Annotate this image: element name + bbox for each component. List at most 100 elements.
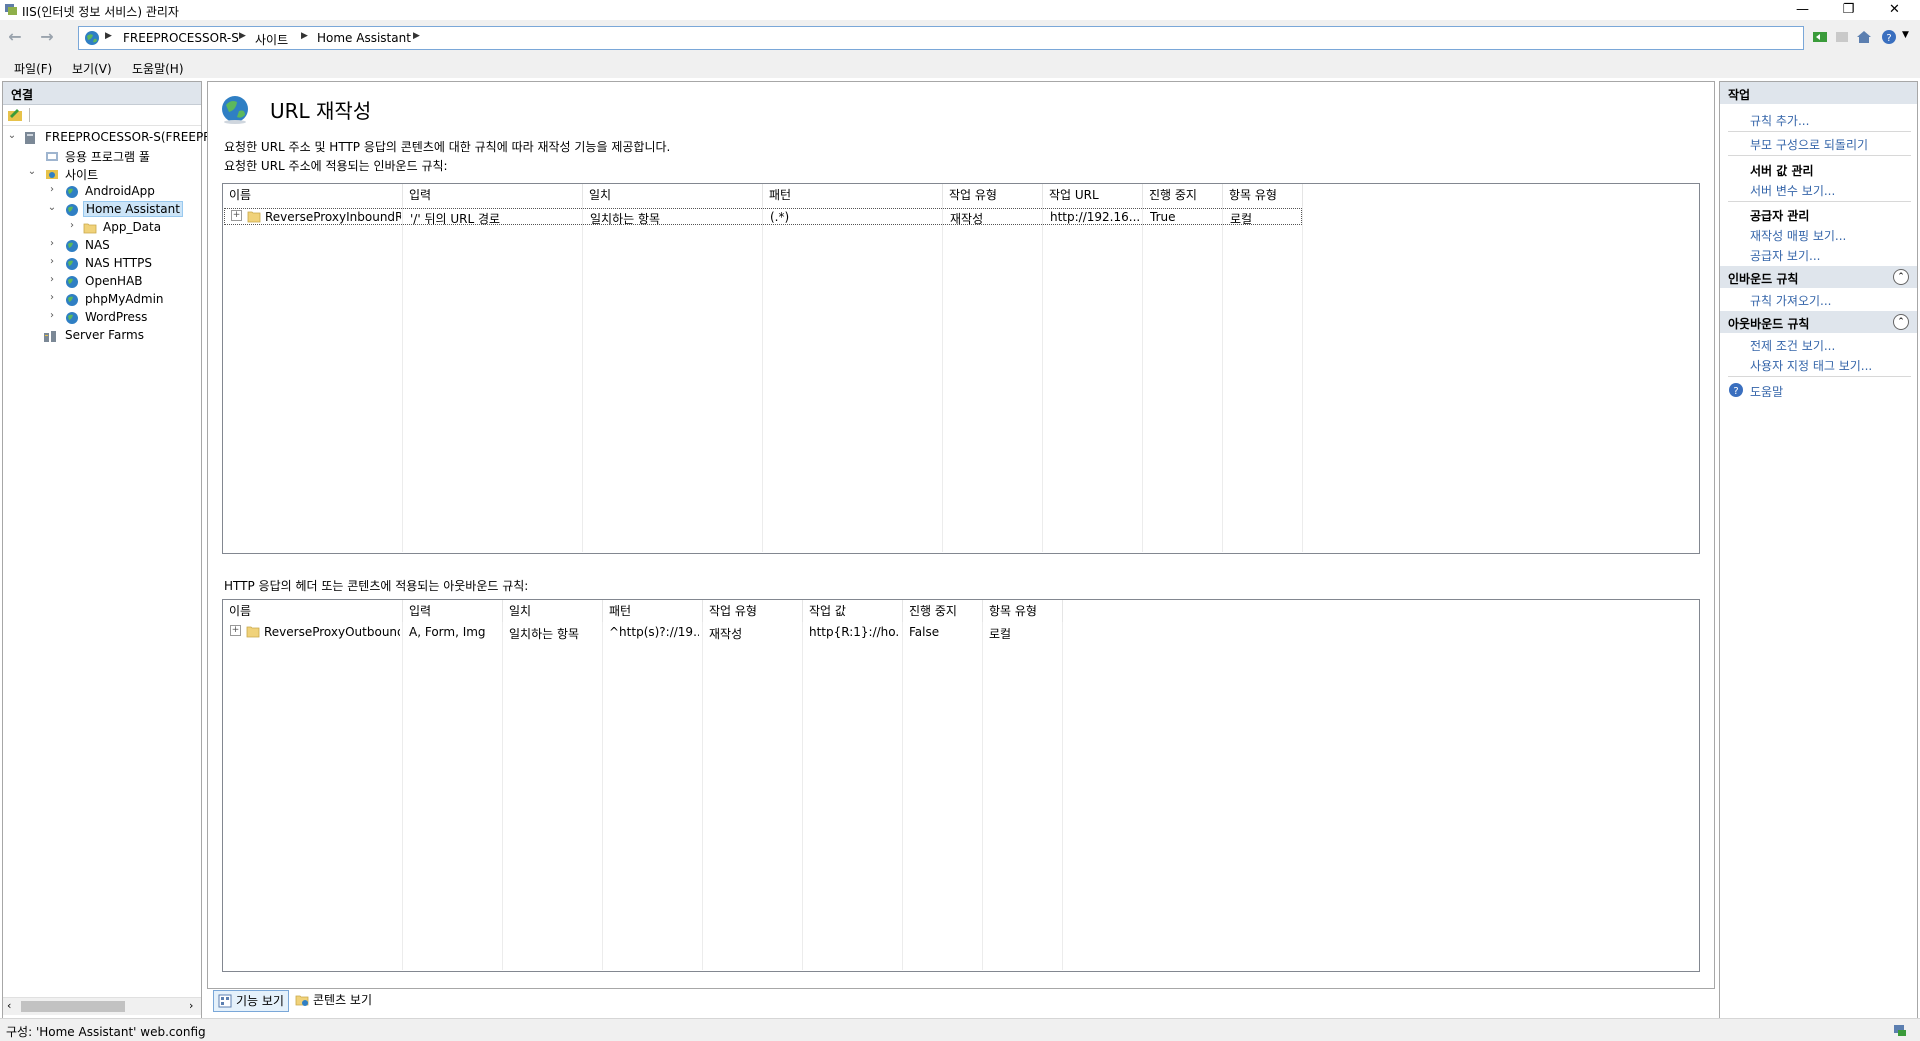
menu-bar: 파일(F) 보기(V) 도움말(H) — [0, 56, 1920, 78]
scrollbar-thumb[interactable] — [21, 1001, 125, 1012]
column-header[interactable]: 진행 중지 — [1143, 184, 1223, 206]
table-row[interactable]: + ReverseProxyInboundR... '/' 뒤의 URL 경로 … — [224, 208, 1302, 226]
expand-icon[interactable]: + — [230, 625, 241, 636]
column-header[interactable]: 이름 — [223, 600, 403, 622]
column-divider — [402, 622, 403, 970]
column-header[interactable]: 작업 값 — [803, 600, 903, 622]
breadcrumb-separator-icon: ▶ — [239, 31, 246, 41]
url-rewrite-globe-icon — [222, 96, 248, 124]
column-header[interactable]: 패턴 — [603, 600, 703, 622]
view-preconditions-link[interactable]: 전제 조건 보기... — [1750, 337, 1835, 354]
column-header[interactable]: 입력 — [403, 184, 583, 206]
import-rules-link[interactable]: 규칙 가져오기... — [1750, 292, 1832, 309]
column-header[interactable]: 작업 URL — [1043, 184, 1143, 206]
connections-header: 연결 — [3, 82, 201, 105]
feature-panel: URL 재작성 요청한 URL 주소 및 HTTP 응답의 콘텐츠에 대한 규칙… — [207, 81, 1715, 989]
cell-pattern: ^http(s)?://19... — [609, 625, 699, 639]
column-header[interactable]: 이름 — [223, 184, 403, 206]
toolbar-divider — [29, 108, 30, 122]
globe-icon — [66, 186, 78, 198]
column-divider — [902, 622, 903, 970]
column-header[interactable]: 진행 중지 — [903, 600, 983, 622]
breadcrumb-sites[interactable]: 사이트 — [255, 31, 288, 48]
view-custom-tags-link[interactable]: 사용자 지정 태그 보기... — [1750, 357, 1872, 374]
add-rule-link[interactable]: 규칙 추가... — [1750, 112, 1809, 129]
column-header[interactable]: 패턴 — [763, 184, 943, 206]
breadcrumb-site[interactable]: Home Assistant — [317, 31, 411, 45]
inbound-rules-section-header[interactable]: 인바운드 규칙 ⌃ — [1720, 266, 1917, 288]
svg-text:?: ? — [1886, 33, 1891, 44]
help-link[interactable]: 도움말 — [1750, 383, 1783, 400]
refresh-icon[interactable] — [1811, 28, 1829, 46]
table-row[interactable]: + ReverseProxyOutbound... A, Form, Img 일… — [224, 624, 1062, 641]
tab-content-view[interactable]: 콘텐츠 보기 — [291, 990, 376, 1010]
breadcrumb-server[interactable]: FREEPROCESSOR-S — [123, 31, 239, 45]
inbound-rules-grid[interactable]: 이름 입력 일치 패턴 작업 유형 작업 URL 진행 중지 항목 유형 + R… — [222, 183, 1700, 554]
home-icon[interactable] — [1855, 28, 1873, 46]
status-text: 구성: 'Home Assistant' web.config — [6, 1025, 206, 1039]
server-icon — [25, 132, 35, 144]
column-header[interactable]: 작업 유형 — [943, 184, 1043, 206]
forward-button[interactable]: → — [36, 26, 58, 48]
chevron-down-icon: ⌄ — [27, 166, 37, 177]
chevron-right-icon: › — [70, 220, 74, 231]
restore-button[interactable]: ❐ — [1826, 0, 1871, 20]
column-header[interactable]: 일치 — [503, 600, 603, 622]
chevron-right-icon: › — [50, 184, 54, 195]
globe-icon — [66, 294, 78, 306]
cell-match: 일치하는 항목 — [590, 212, 661, 226]
close-button[interactable]: ✕ — [1872, 0, 1917, 20]
server-farms-icon — [44, 331, 56, 342]
menu-view[interactable]: 보기(V) — [72, 60, 112, 77]
sites-folder-icon — [46, 170, 58, 179]
tab-features-view[interactable]: 기능 보기 — [213, 990, 289, 1012]
column-header[interactable]: 항목 유형 — [1223, 184, 1303, 206]
outbound-rules-grid[interactable]: 이름 입력 일치 패턴 작업 유형 작업 값 진행 중지 항목 유형 + Rev… — [222, 599, 1700, 972]
view-rewrite-maps-link[interactable]: 재작성 매핑 보기... — [1750, 227, 1846, 244]
column-header[interactable]: 일치 — [583, 184, 763, 206]
chevron-down-icon[interactable]: ▼ — [1902, 30, 1909, 40]
column-divider — [602, 622, 603, 970]
cell-action-url: http://192.16... — [1050, 210, 1140, 224]
column-divider — [582, 206, 583, 552]
column-divider — [402, 206, 403, 552]
collapse-icon[interactable]: ⌃ — [1893, 314, 1909, 330]
help-icon: ? — [1729, 383, 1743, 397]
scroll-right-icon[interactable]: › — [189, 999, 193, 1012]
address-bar[interactable]: ▶ FREEPROCESSOR-S ▶ 사이트 ▶ Home Assistant… — [78, 26, 1804, 50]
cell-entry-type: 로컬 — [989, 627, 1012, 641]
collapse-icon[interactable]: ⌃ — [1893, 269, 1909, 285]
navigation-bar: ← → ▶ FREEPROCESSOR-S ▶ 사이트 ▶ Home Assis… — [0, 20, 1920, 57]
menu-file[interactable]: 파일(F) — [14, 60, 52, 77]
cell-action-type: 재작성 — [709, 627, 743, 641]
connect-icon[interactable] — [7, 107, 23, 123]
cell-action-type: 재작성 — [950, 212, 984, 226]
cell-input: A, Form, Img — [409, 625, 486, 639]
cell-stop-processing: True — [1150, 210, 1176, 224]
revert-to-parent-link[interactable]: 부모 구성으로 되돌리기 — [1750, 136, 1868, 153]
outbound-rules-section-header[interactable]: 아웃바운드 규칙 ⌃ — [1720, 311, 1917, 333]
minimize-button[interactable]: — — [1780, 0, 1825, 20]
breadcrumb-separator-icon: ▶ — [413, 31, 420, 41]
column-header[interactable]: 작업 유형 — [703, 600, 803, 622]
cell-match: 일치하는 항목 — [509, 627, 580, 641]
column-header[interactable]: 항목 유형 — [983, 600, 1063, 622]
column-header[interactable]: 입력 — [403, 600, 503, 622]
column-divider — [802, 622, 803, 970]
column-divider — [1222, 206, 1223, 552]
inbound-caption: 요청한 URL 주소에 적용되는 인바운드 규칙: — [224, 159, 448, 173]
view-providers-link[interactable]: 공급자 보기... — [1750, 247, 1820, 264]
expand-icon[interactable]: + — [231, 210, 242, 221]
help-dropdown-icon[interactable]: ? — [1881, 28, 1899, 46]
folder-icon — [83, 223, 97, 234]
chevron-down-icon: ⌄ — [7, 130, 17, 141]
globe-icon — [66, 240, 78, 252]
menu-help[interactable]: 도움말(H) — [132, 60, 184, 77]
horizontal-scrollbar[interactable]: ‹ › — [3, 997, 201, 1015]
back-button[interactable]: ← — [4, 26, 26, 48]
view-server-variables-link[interactable]: 서버 변수 보기... — [1750, 182, 1835, 199]
stop-icon[interactable] — [1833, 28, 1851, 46]
scroll-left-icon[interactable]: ‹ — [7, 999, 11, 1012]
cell-pattern: (.*) — [770, 210, 790, 224]
column-divider — [762, 206, 763, 552]
